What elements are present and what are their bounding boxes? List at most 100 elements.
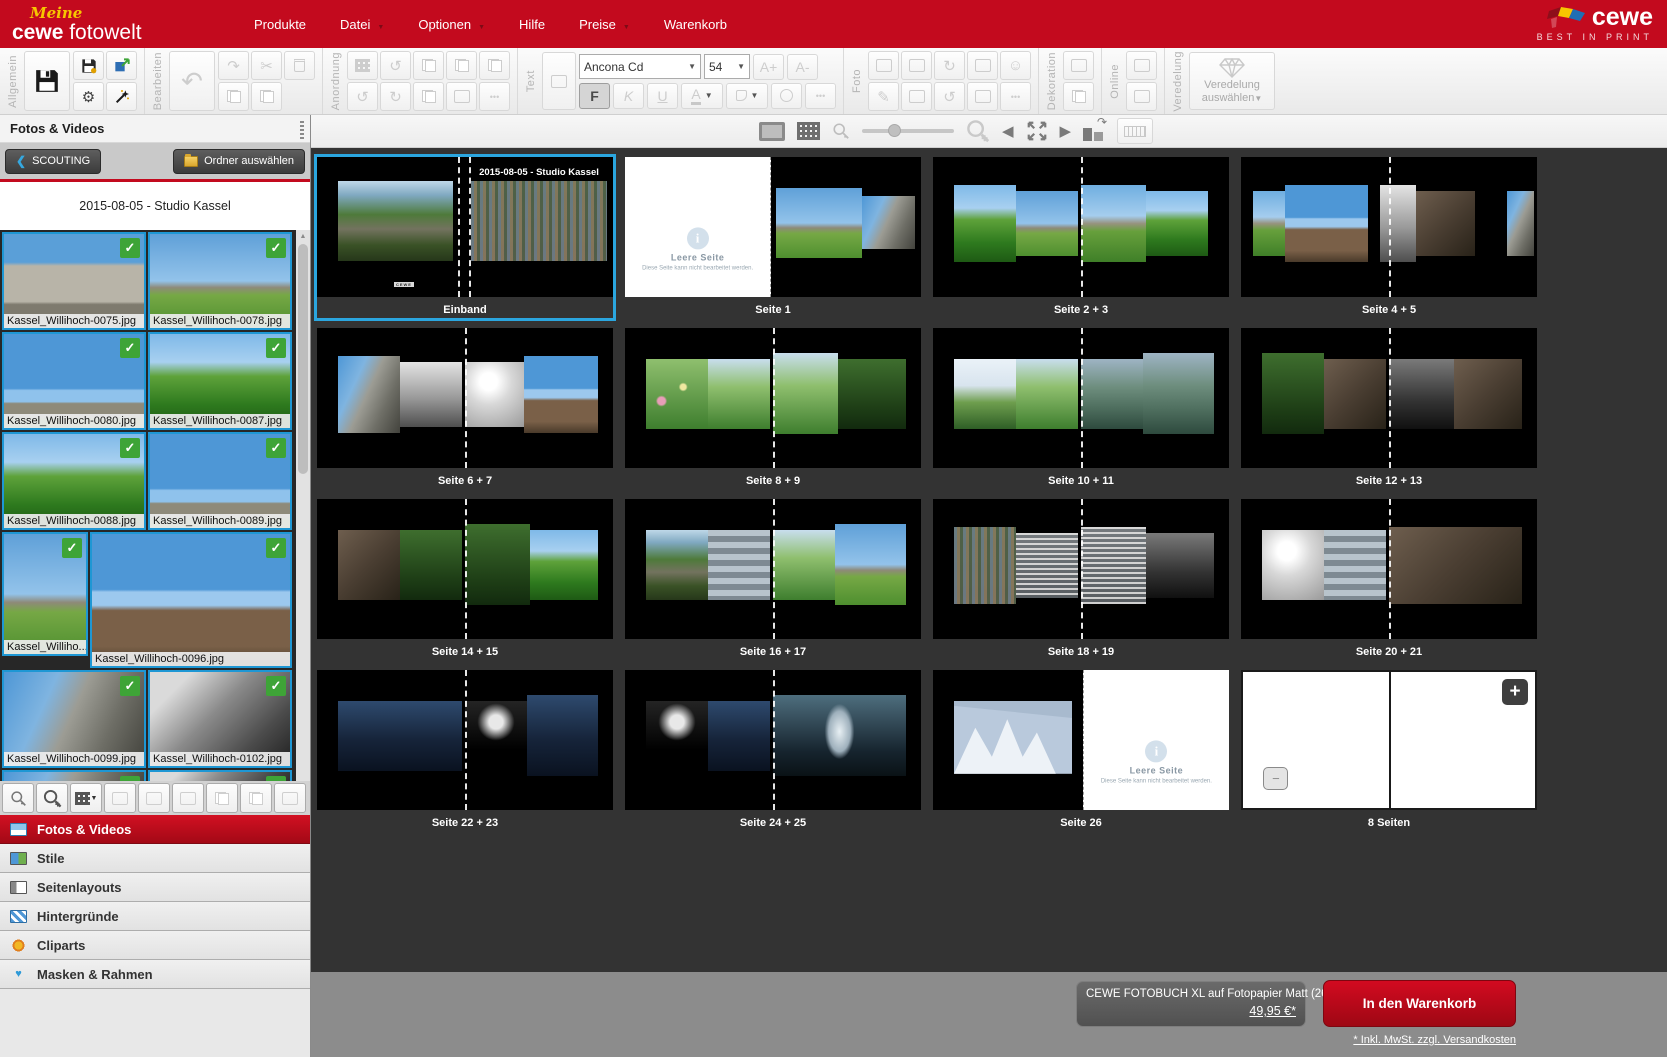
- spread-preview[interactable]: +−: [1241, 670, 1537, 810]
- photo-thumbnail[interactable]: ✓: [2, 770, 146, 781]
- spread-cell[interactable]: Seite 10 + 11: [933, 328, 1229, 489]
- thumbnails-smaller-button[interactable]: [2, 783, 34, 813]
- export-button[interactable]: [106, 51, 137, 80]
- spread-preview[interactable]: [1241, 157, 1537, 297]
- view-left-page-button[interactable]: [138, 783, 170, 813]
- zoom-out-button[interactable]: [832, 122, 850, 140]
- save-button[interactable]: [24, 51, 70, 111]
- menu-preise[interactable]: Preise▼: [579, 17, 630, 32]
- photo-thumbnail[interactable]: ✓Kassel_Willihoch-0087.jpg: [148, 332, 292, 430]
- photo-thumbnail[interactable]: ✓Kassel_Willihoch-0088.jpg: [2, 432, 146, 530]
- category-fotos-videos[interactable]: Fotos & Videos: [0, 815, 310, 844]
- price-value[interactable]: 49,95 €*: [1086, 1004, 1296, 1018]
- font-color-button[interactable]: A▼: [681, 83, 723, 109]
- category-masken-rahmen[interactable]: ♥Masken & Rahmen: [0, 960, 310, 989]
- raster-button[interactable]: [347, 51, 378, 80]
- background-button[interactable]: [1063, 51, 1094, 80]
- photo-thumbnail[interactable]: ✓Kassel_Willihoch-0080.jpg: [2, 332, 146, 430]
- spread-cell[interactable]: Seite 8 + 9: [625, 328, 921, 489]
- scouting-back-button[interactable]: ❮SCOUTING: [5, 149, 101, 174]
- rotate-photo-button[interactable]: ↻: [934, 51, 965, 80]
- add-photo-button[interactable]: [901, 82, 932, 111]
- spread-preview[interactable]: [625, 328, 921, 468]
- photo-thumbnail[interactable]: ✓Kassel_Willihoch-0078.jpg: [148, 232, 292, 330]
- spread-preview[interactable]: [933, 328, 1229, 468]
- menu-hilfe[interactable]: Hilfe: [519, 17, 545, 32]
- previous-spread-button[interactable]: ◀: [1002, 122, 1014, 140]
- spread-preview[interactable]: [317, 670, 613, 810]
- single-page-view-button[interactable]: [759, 122, 785, 141]
- tax-note-link[interactable]: * Inkl. MwSt. zzgl. Versandkosten: [1323, 1034, 1516, 1046]
- font-larger-button[interactable]: A+: [753, 54, 784, 80]
- overlay-button[interactable]: [1063, 82, 1094, 111]
- remove-placeholder-button[interactable]: [446, 82, 477, 111]
- spread-cell[interactable]: Seite 24 + 25: [625, 670, 921, 831]
- menu-produkte[interactable]: Produkte: [254, 17, 306, 32]
- spread-preview[interactable]: 2015-08-05 - Studio KasselCEWE: [317, 157, 613, 297]
- italic-button[interactable]: K: [613, 83, 644, 109]
- rotate-page-button[interactable]: ↺: [347, 82, 378, 111]
- category-seitenlayouts[interactable]: Seitenlayouts: [0, 873, 310, 902]
- send-backward-button[interactable]: [413, 82, 444, 111]
- spread-cell[interactable]: Seite 20 + 21: [1241, 499, 1537, 660]
- upload-button[interactable]: [1126, 82, 1157, 111]
- spread-preview[interactable]: iLeere SeiteDiese Seite kann nicht bearb…: [933, 670, 1229, 810]
- insert-photo-button[interactable]: [868, 51, 899, 80]
- spread-preview[interactable]: [933, 499, 1229, 639]
- font-size-select[interactable]: 54▼: [704, 54, 750, 79]
- transfer-layout-button[interactable]: [479, 51, 510, 80]
- fullscreen-button[interactable]: [1026, 120, 1048, 142]
- bring-forward-button[interactable]: [413, 51, 444, 80]
- paste-button[interactable]: [251, 82, 282, 111]
- photo-thumbnail[interactable]: ✓Kassel_Willihoch-0096.jpg: [90, 532, 292, 668]
- choose-folder-button[interactable]: Ordner auswählen: [173, 149, 305, 174]
- spread-cell[interactable]: +−8 Seiten: [1241, 670, 1537, 831]
- photo-frame-button[interactable]: [967, 51, 998, 80]
- spread-cell[interactable]: Seite 18 + 19: [933, 499, 1229, 660]
- photo-thumbnail[interactable]: ✓Kassel_Willihoch-0099.jpg: [2, 670, 146, 768]
- photo-thumbnail[interactable]: ✓Kassel_Willihoch-0089.jpg: [148, 432, 292, 530]
- spread-cell[interactable]: iLeere SeiteDiese Seite kann nicht bearb…: [625, 157, 921, 318]
- photo-thumbnail[interactable]: ✓Kassel_Willihoch-0102.jpg: [148, 670, 292, 768]
- menu-warenkorb[interactable]: Warenkorb: [664, 17, 727, 32]
- photo-thumbnail[interactable]: ✓Kassel_Williho...: [2, 532, 88, 656]
- spread-preview[interactable]: iLeere SeiteDiese Seite kann nicht bearb…: [625, 157, 921, 297]
- spread-cell[interactable]: Seite 14 + 15: [317, 499, 613, 660]
- category-hintergruende[interactable]: Hintergründe: [0, 902, 310, 931]
- edit-photo-button[interactable]: ✎: [868, 82, 899, 111]
- panel-drag-handle[interactable]: [300, 119, 304, 139]
- font-smaller-button[interactable]: A-: [787, 54, 818, 80]
- spread-cell[interactable]: Seite 16 + 17: [625, 499, 921, 660]
- photo-thumbnail[interactable]: ✓Kassel_Willihoch-0075.jpg: [2, 232, 146, 330]
- face-detect-button[interactable]: ☺: [1000, 51, 1031, 80]
- insert-textbox-button[interactable]: [542, 52, 576, 110]
- spread-cell[interactable]: Seite 6 + 7: [317, 328, 613, 489]
- crop-photo-button[interactable]: [967, 82, 998, 111]
- more-arrange-button[interactable]: •••: [479, 82, 510, 111]
- remove-pages-button[interactable]: −: [1263, 767, 1288, 790]
- delete-button[interactable]: [284, 51, 315, 80]
- copy-button[interactable]: [218, 82, 249, 111]
- spread-preview[interactable]: [1241, 328, 1537, 468]
- settings-button[interactable]: ⚙: [73, 82, 104, 111]
- add-to-cart-button[interactable]: In den Warenkorb: [1323, 980, 1516, 1027]
- menu-optionen[interactable]: Optionen▼: [418, 17, 485, 32]
- spread-preview[interactable]: [317, 328, 613, 468]
- spread-preview[interactable]: [1241, 499, 1537, 639]
- thumbnail-grid-options-button[interactable]: ▼: [70, 783, 102, 813]
- spread-preview[interactable]: [625, 670, 921, 810]
- font-family-select[interactable]: Ancona Cd▼: [579, 54, 701, 79]
- spread-cell[interactable]: iLeere SeiteDiese Seite kann nicht bearb…: [933, 670, 1229, 831]
- spread-preview[interactable]: [933, 157, 1229, 297]
- ruler-button[interactable]: [1117, 118, 1153, 144]
- photo-thumbnail[interactable]: ✓: [148, 770, 292, 781]
- save-as-button[interactable]: [73, 51, 104, 80]
- redo-button[interactable]: ↷: [218, 51, 249, 80]
- bold-button[interactable]: F: [579, 83, 610, 109]
- grid-view-button[interactable]: [797, 122, 820, 140]
- price-box[interactable]: CEWE FOTOBUCH XL auf Fotopapier Matt (26…: [1076, 981, 1306, 1027]
- underline-button[interactable]: U: [647, 83, 678, 109]
- view-right-page-button[interactable]: [172, 783, 204, 813]
- share-button[interactable]: [1126, 51, 1157, 80]
- scroll-up-icon[interactable]: ▲: [296, 230, 310, 240]
